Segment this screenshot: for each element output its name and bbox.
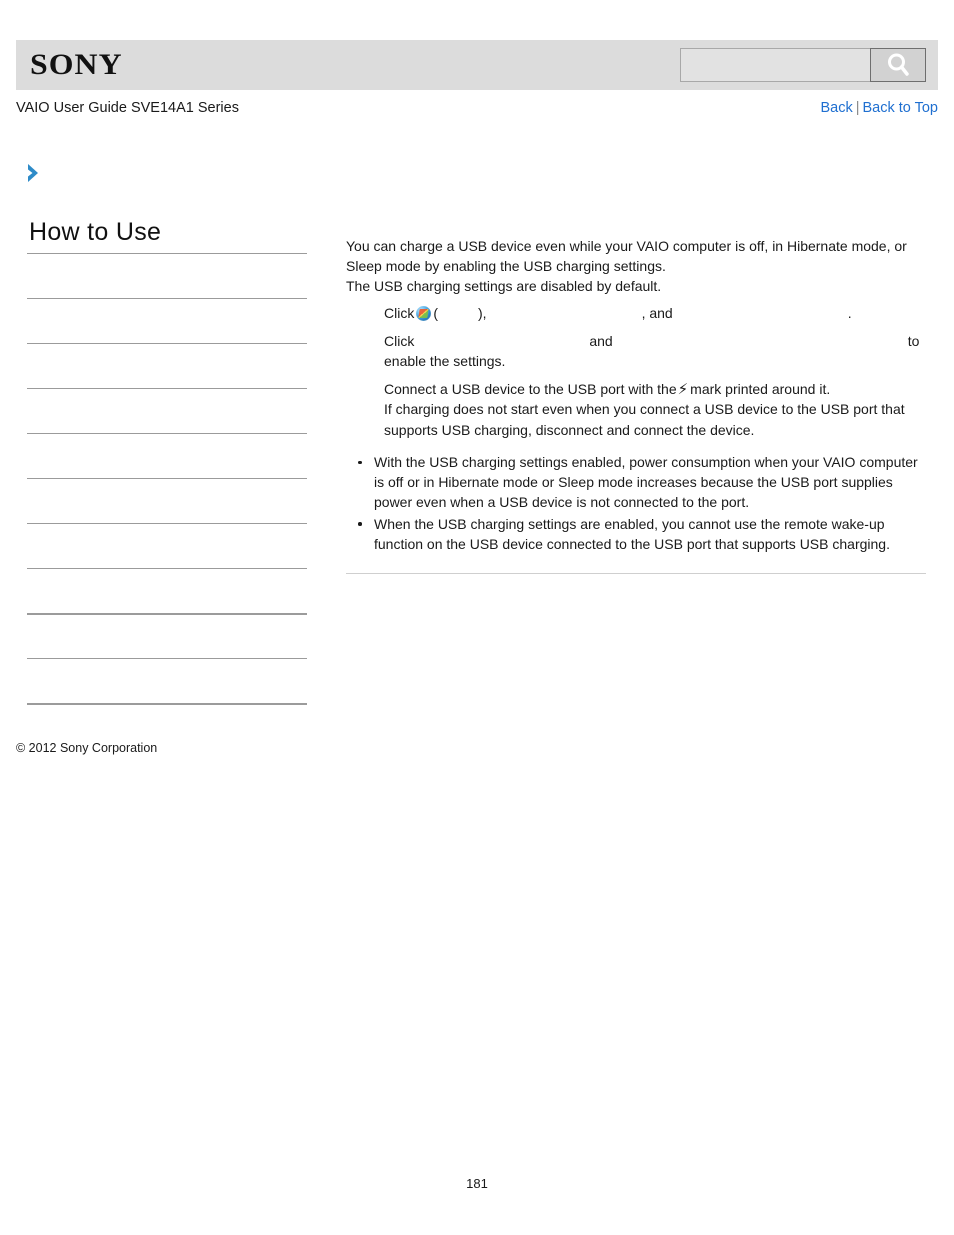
sidebar-item-8[interactable] [27,567,307,613]
copyright-text: © 2012 Sony Corporation [16,741,158,755]
step-suffix: . [847,304,852,321]
sony-logo: SONY [30,48,123,81]
step-item-3: Connect a USB device to the USB port wit… [384,379,926,399]
step-suffix: to enable the settings. [384,332,920,370]
sidebar-item-4[interactable] [27,387,307,433]
sidebar-item-5[interactable] [27,432,307,478]
note-item: When the USB charging settings are enabl… [346,514,926,554]
sidebar-item-1[interactable] [27,252,307,298]
sidebar-item-10[interactable] [27,657,307,703]
sidebar-item-9[interactable] [27,612,307,658]
step-middle: , and [641,304,673,321]
sidebar-heading: How to Use [29,218,162,246]
step-item-4: If charging does not start even when you… [384,399,926,439]
page-title: VAIO User Guide SVE14A1 Series [16,100,239,116]
search-icon [884,52,912,78]
main-content: You can charge a USB device even while y… [346,236,926,440]
step-close-paren: ), [478,304,487,321]
step-prefix: Click [384,304,415,321]
search-input[interactable] [680,48,870,82]
sidebar-item-7[interactable] [27,522,307,568]
back-link[interactable]: Back [820,100,852,116]
subheader: VAIO User Guide SVE14A1 Series Back | Back… [16,100,938,122]
sidebar-item-2[interactable] [27,297,307,343]
step-item-2: Click and to enable the settings. [384,331,926,371]
page-number: 181 [466,1176,488,1191]
sidebar-item-6[interactable] [27,477,307,523]
step-open-paren: ( [433,304,439,321]
notes-divider [346,573,926,574]
sidebar: How to Use [27,218,307,748]
search-button[interactable] [870,48,926,82]
site-header: SONY [16,40,938,90]
step-text-before-bolt: Connect a USB device to the USB port wit… [384,381,677,398]
note-item: With the USB charging settings enabled, … [346,452,926,513]
back-to-top-link[interactable]: Back to Top [862,100,938,116]
intro-paragraph-1: You can charge a USB device even while y… [346,238,907,275]
step-prefix: Click [384,332,415,349]
search-area [680,48,926,82]
intro-paragraphs: You can charge a USB device even while y… [346,236,926,297]
step-item-1: Click (), , and. [384,303,926,323]
chevron-right-icon[interactable] [25,163,43,183]
nav-separator: | [855,100,860,116]
step-middle: and [589,332,613,349]
step-list: Click (), , and. Click and to enable the set… [346,303,926,440]
lightning-bolt-icon: ⚡︎ [677,380,689,399]
notes-list: With the USB charging settings enabled, … [346,452,926,555]
intro-paragraph-2: The USB charging settings are disabled b… [346,278,662,295]
header-nav-links: Back | Back to Top [820,100,938,116]
step-text: If charging does not start even when you… [384,401,905,438]
sidebar-item-3[interactable] [27,342,307,388]
windows-start-orb-icon [416,305,432,321]
step-text-after-bolt: mark printed around it. [690,381,831,398]
